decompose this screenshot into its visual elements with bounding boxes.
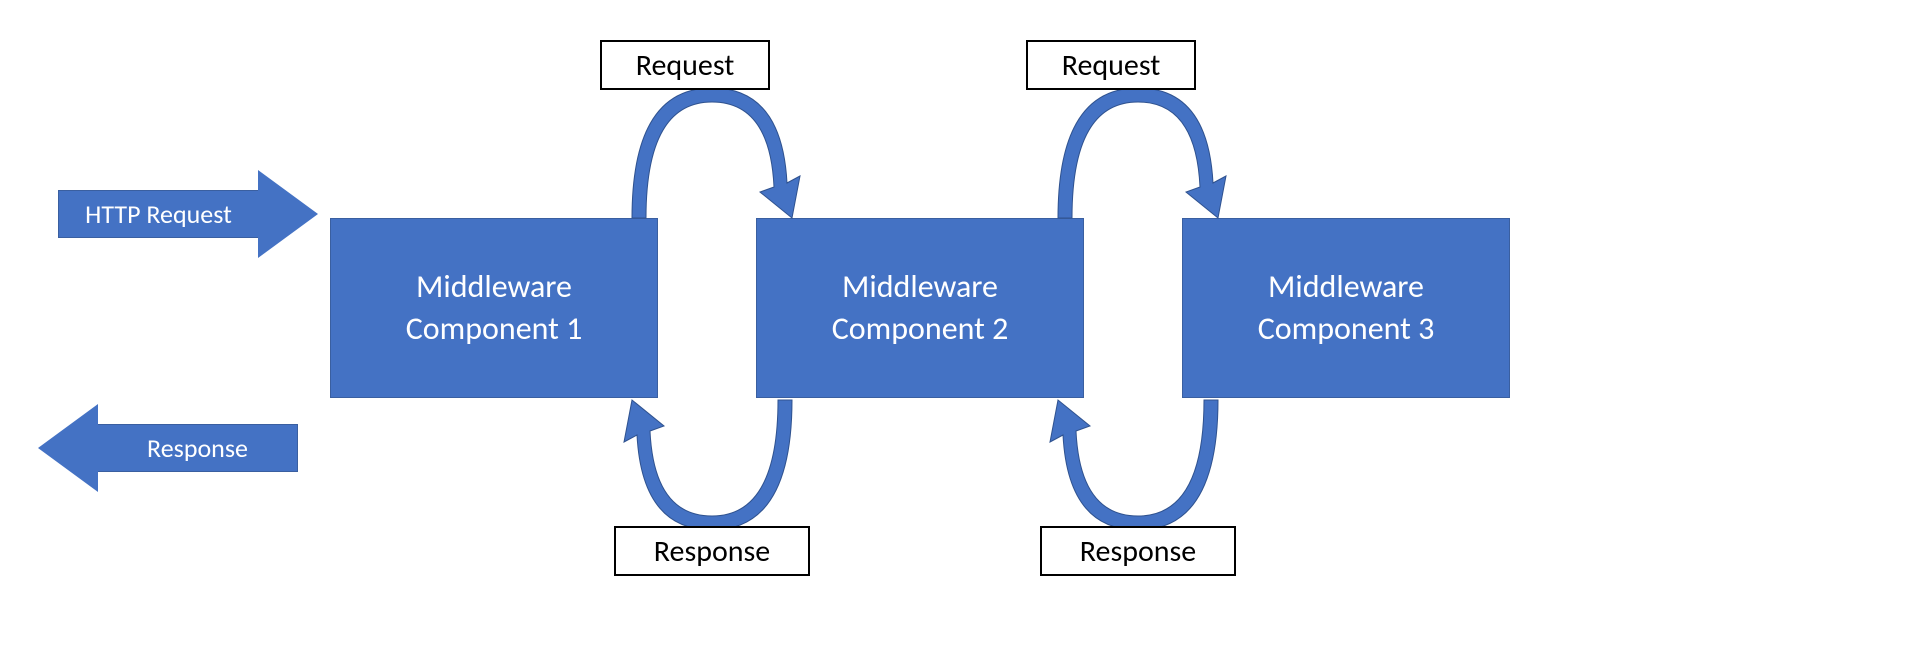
- http-response-text: Response: [147, 432, 248, 464]
- curved-arrow-request-1-2: [592, 68, 832, 228]
- middleware-component-2: Middleware Component 2: [756, 218, 1084, 398]
- request-label-1-2: Request: [600, 40, 770, 90]
- request-label-1-2-text: Request: [636, 47, 735, 84]
- curved-arrow-request-2-3: [1018, 68, 1258, 228]
- response-label-2-1-text: Response: [654, 533, 770, 570]
- http-response-label: Response: [98, 424, 298, 472]
- arrow-right-head-icon: [258, 170, 318, 258]
- middleware-component-2-label: Middleware Component 2: [832, 266, 1009, 349]
- request-label-2-3-text: Request: [1062, 47, 1161, 84]
- http-response-arrow: Response: [38, 404, 298, 492]
- response-label-2-1: Response: [614, 526, 810, 576]
- middleware-component-3-label: Middleware Component 3: [1258, 266, 1435, 349]
- response-label-3-2-text: Response: [1080, 533, 1196, 570]
- middleware-component-3: Middleware Component 3: [1182, 218, 1510, 398]
- http-request-text: HTTP Request: [85, 198, 232, 230]
- arrow-left-head-icon: [38, 404, 98, 492]
- middleware-component-1-label: Middleware Component 1: [406, 266, 583, 349]
- response-label-3-2: Response: [1040, 526, 1236, 576]
- http-request-label: HTTP Request: [58, 190, 258, 238]
- http-request-arrow: HTTP Request: [58, 170, 318, 258]
- middleware-component-1: Middleware Component 1: [330, 218, 658, 398]
- request-label-2-3: Request: [1026, 40, 1196, 90]
